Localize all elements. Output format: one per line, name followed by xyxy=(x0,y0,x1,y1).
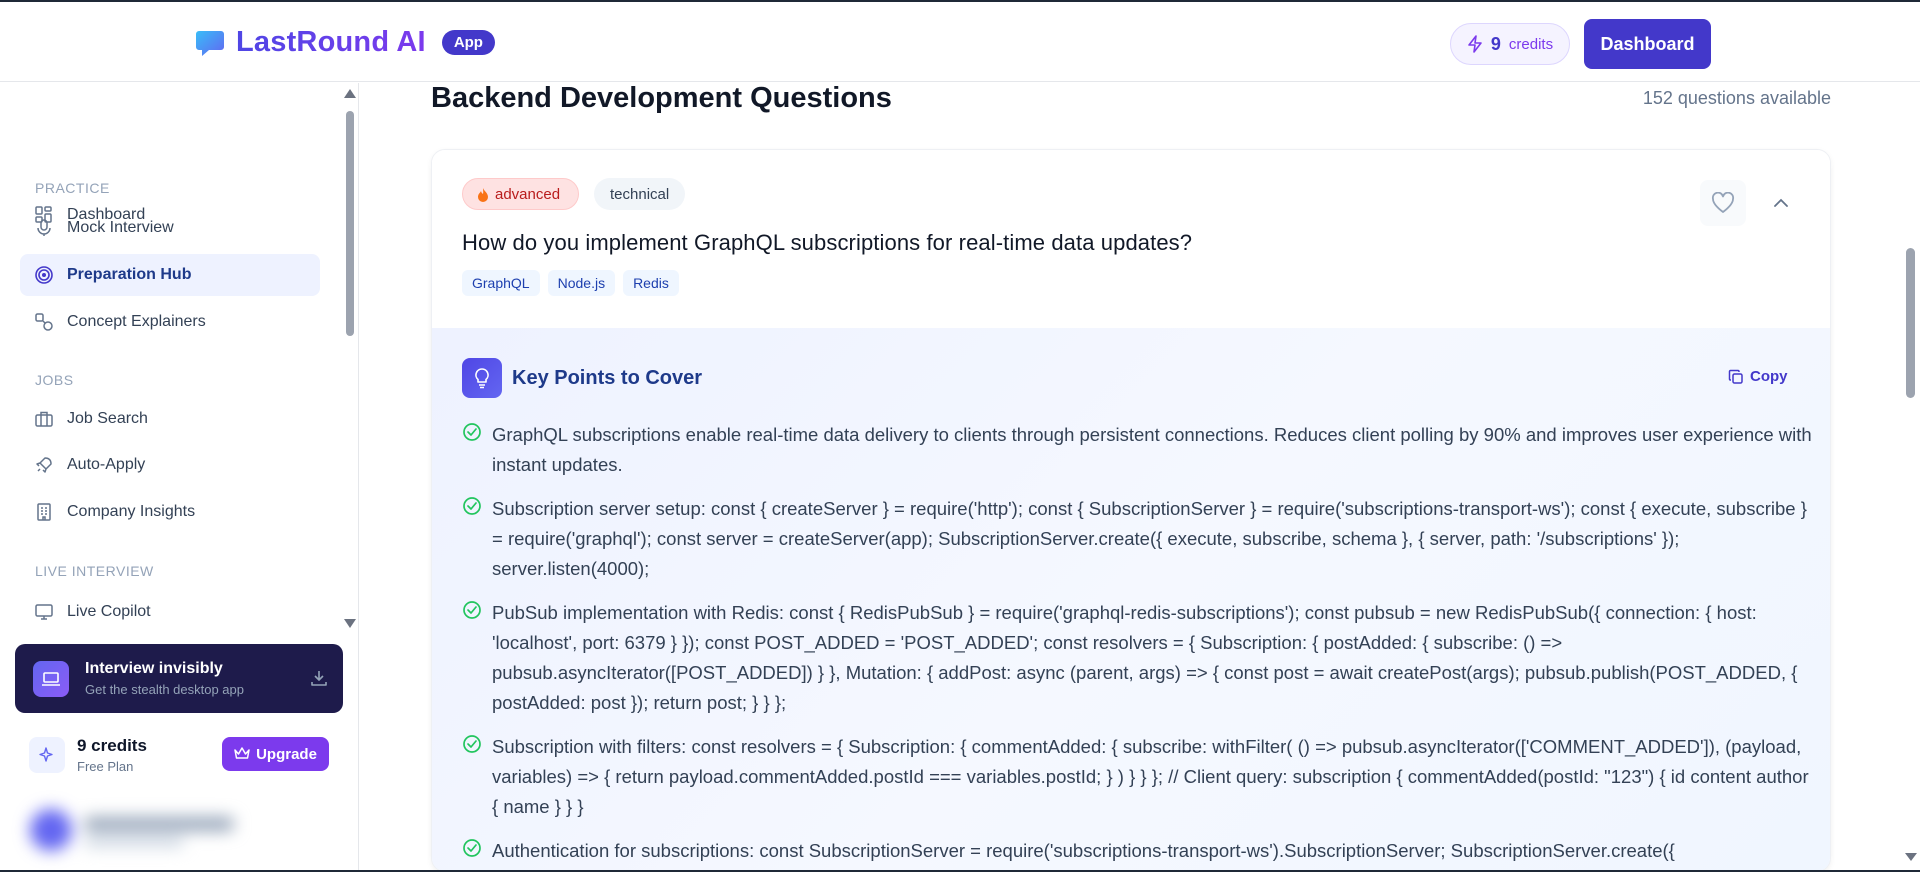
building-icon xyxy=(37,503,51,521)
credits-count-label: 9 credits xyxy=(77,736,147,755)
sidebar-credits: 9 credits Free Plan Upgrade xyxy=(15,723,343,787)
avatar xyxy=(30,809,72,851)
key-points-title: Key Points to Cover xyxy=(512,367,703,389)
favorite-button[interactable] xyxy=(1700,180,1746,226)
scroll-down-arrow-icon[interactable] xyxy=(1905,853,1917,861)
section-label-live-interview: LIVE INTERVIEW xyxy=(35,563,154,579)
blurred-name xyxy=(84,817,234,831)
topic-tag: GraphQL xyxy=(462,270,540,296)
section-label-practice: PRACTICE xyxy=(35,180,110,196)
sidebar-item-label: Live Copilot xyxy=(67,603,151,620)
key-point-text: PubSub implementation with Redis: const … xyxy=(492,602,1798,713)
sidebar-item-preparation-hub[interactable]: Preparation Hub xyxy=(20,254,320,296)
app-badge: App xyxy=(441,30,495,55)
check-circle-icon xyxy=(463,497,481,515)
top-bar: LastRound AI App 9 credits Dashboard xyxy=(0,0,1920,82)
sidebar-item-label: Preparation Hub xyxy=(67,266,192,283)
copy-icon xyxy=(1728,369,1743,384)
scroll-down-arrow-icon[interactable] xyxy=(344,619,356,628)
key-points-list: GraphQL subscriptions enable real-time d… xyxy=(462,420,1812,871)
copy-label: Copy xyxy=(1750,368,1788,385)
upgrade-label: Upgrade xyxy=(256,745,317,763)
check-circle-icon xyxy=(463,423,481,441)
topic-tag: Node.js xyxy=(547,270,616,296)
sidebar-item-job-search[interactable]: Job Search xyxy=(20,398,320,440)
sidebar-item-label: Auto-Apply xyxy=(67,456,146,473)
category-badge: technical xyxy=(594,178,686,210)
check-circle-icon xyxy=(463,735,481,753)
microphone-icon xyxy=(37,219,51,236)
plan-label: Free Plan xyxy=(77,759,134,774)
blurred-email xyxy=(84,837,184,847)
dashboard-button[interactable]: Dashboard xyxy=(1584,19,1711,69)
lightning-icon xyxy=(1468,35,1482,53)
list-item: Subscription with filters: const resolve… xyxy=(462,732,1812,822)
list-item: PubSub implementation with Redis: const … xyxy=(462,598,1812,718)
key-point-text: Subscription with filters: const resolve… xyxy=(492,736,1809,817)
shapes-icon xyxy=(35,313,53,331)
page-scroll-thumb[interactable] xyxy=(1906,248,1915,398)
check-circle-icon xyxy=(463,601,481,619)
download-icon[interactable] xyxy=(309,668,329,688)
list-item: GraphQL subscriptions enable real-time d… xyxy=(462,420,1812,480)
key-points-panel: Key Points to Cover Copy GraphQL subscri… xyxy=(432,328,1830,871)
laptop-icon xyxy=(33,660,69,697)
credits-pill[interactable]: 9 credits xyxy=(1450,23,1570,65)
sparkles-icon xyxy=(29,737,65,773)
scroll-up-arrow-icon[interactable] xyxy=(344,89,356,98)
logo[interactable]: LastRound AI App xyxy=(194,26,495,59)
topic-tags: GraphQL Node.js Redis xyxy=(462,270,679,296)
sidebar-scroll-thumb[interactable] xyxy=(346,111,354,336)
sidebar-item-mock-interview[interactable]: Mock Interview xyxy=(20,207,320,249)
check-circle-icon xyxy=(463,839,481,857)
user-profile-blurred[interactable] xyxy=(20,795,340,865)
flame-icon xyxy=(478,187,488,202)
stealth-app-promo[interactable]: Interview invisibly Get the stealth desk… xyxy=(15,644,343,713)
sidebar-item-label: Job Search xyxy=(67,410,148,427)
promo-subtitle: Get the stealth desktop app xyxy=(85,682,244,697)
sidebar-scrollbar[interactable] xyxy=(343,89,356,628)
list-item: Subscription server setup: const { creat… xyxy=(462,494,1812,584)
key-point-text: Authentication for subscriptions: const … xyxy=(492,840,1675,861)
difficulty-badge: advanced xyxy=(462,178,580,210)
question-card: advanced technical How do you implement … xyxy=(431,149,1831,872)
chat-bubble-logo-icon xyxy=(196,30,224,56)
target-icon xyxy=(35,266,53,284)
page-title: Backend Development Questions xyxy=(431,82,892,114)
credits-count: 9 xyxy=(1490,33,1501,54)
difficulty-label: advanced xyxy=(495,185,561,203)
sidebar-item-label: Company Insights xyxy=(67,503,196,520)
sidebar-item-label: Mock Interview xyxy=(67,219,174,236)
key-point-text: GraphQL subscriptions enable real-time d… xyxy=(492,424,1812,475)
question-card-header[interactable]: advanced technical How do you implement … xyxy=(432,150,1830,328)
sidebar-item-concept-explainers[interactable]: Concept Explainers xyxy=(20,301,320,343)
rocket-icon xyxy=(36,457,52,473)
crown-icon xyxy=(234,747,250,759)
topic-tag: Redis xyxy=(623,270,679,296)
brand-name: LastRound AI xyxy=(236,26,426,58)
upgrade-button[interactable]: Upgrade xyxy=(222,737,329,771)
list-item: Authentication for subscriptions: const … xyxy=(462,836,1812,866)
page-scrollbar[interactable] xyxy=(1901,83,1920,872)
monitor-icon xyxy=(35,604,53,620)
sidebar-item-label: Concept Explainers xyxy=(67,313,206,330)
lightbulb-icon xyxy=(462,358,502,398)
promo-title: Interview invisibly xyxy=(85,660,223,677)
credits-label: credits xyxy=(1508,35,1554,53)
sidebar-item-company-insights[interactable]: Company Insights xyxy=(20,491,320,533)
chevron-up-icon xyxy=(1774,198,1788,207)
section-label-jobs: JOBS xyxy=(35,372,74,388)
key-point-text: Subscription server setup: const { creat… xyxy=(492,498,1807,579)
briefcase-icon xyxy=(35,411,53,427)
sidebar: Dashboard PRACTICE Mock Interview Prepar… xyxy=(0,83,359,872)
heart-icon xyxy=(1711,192,1735,213)
questions-available-count: 152 questions available xyxy=(1642,88,1831,108)
sidebar-item-auto-apply[interactable]: Auto-Apply xyxy=(20,444,320,486)
copy-button[interactable]: Copy xyxy=(1728,368,1788,385)
question-text: How do you implement GraphQL subscriptio… xyxy=(462,230,1193,255)
sidebar-item-live-copilot[interactable]: Live Copilot xyxy=(20,591,320,633)
collapse-button[interactable] xyxy=(1762,184,1800,222)
